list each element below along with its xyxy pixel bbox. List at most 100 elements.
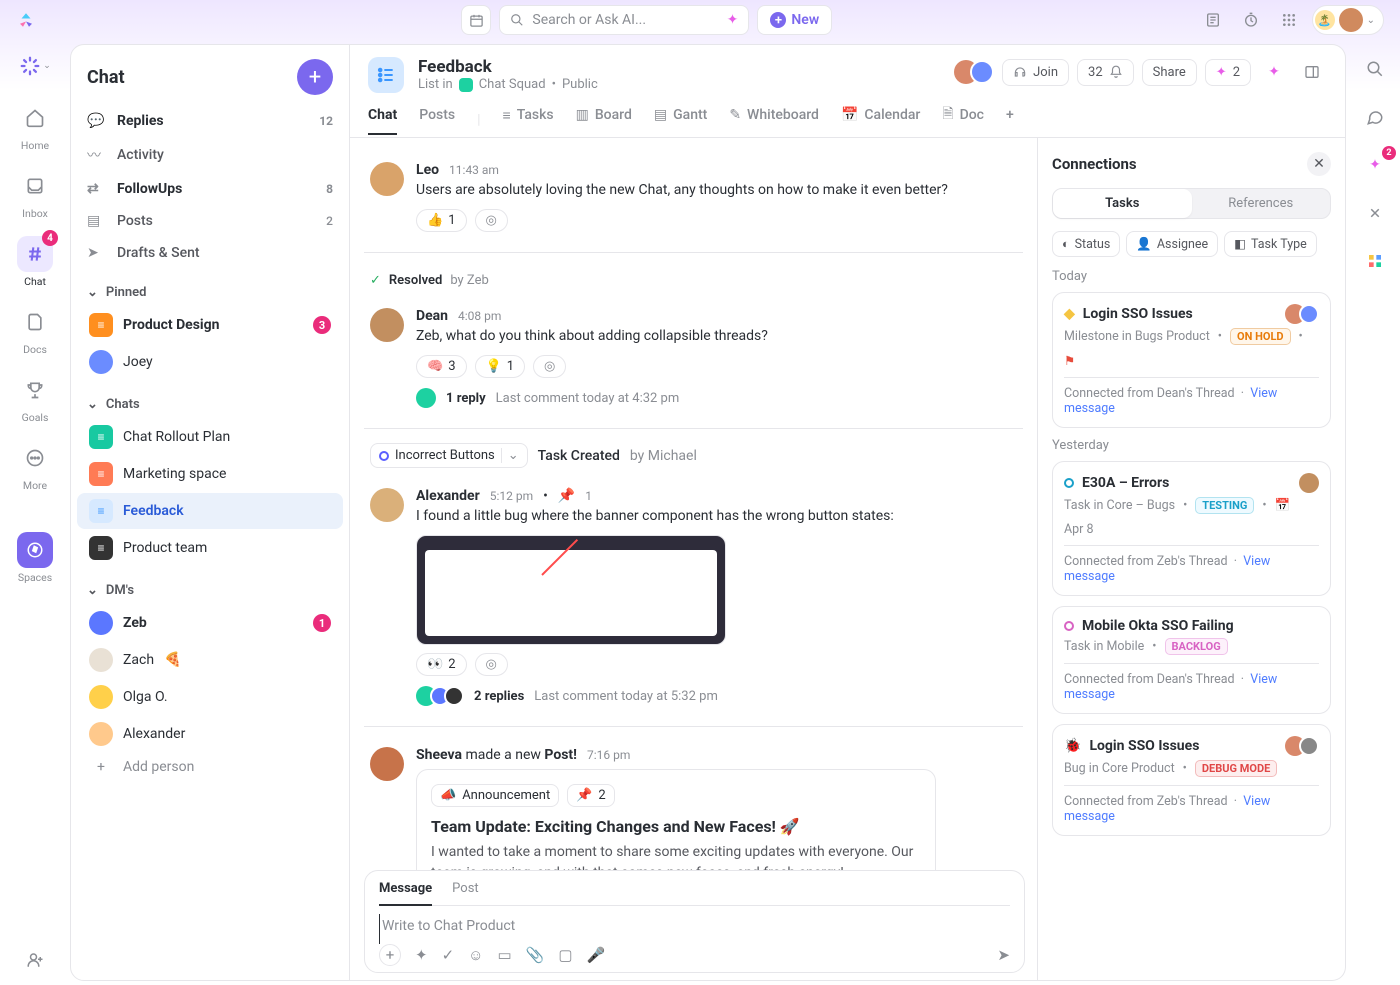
tab-posts[interactable]: Posts [419,107,455,133]
dm-alexander[interactable]: Alexander [77,716,343,752]
new-chat-button[interactable]: + [297,59,333,95]
search-input[interactable]: Search or Ask AI... ✦ [499,5,749,35]
conn-title: Mobile Okta SSO Failing [1082,618,1234,634]
filter-assignee[interactable]: 👤Assignee [1126,231,1218,257]
stopwatch-icon[interactable] [1236,5,1266,35]
viewers-button[interactable]: ✦ 2 [1205,59,1251,86]
gif-icon[interactable]: ▭ [497,946,511,964]
avatar [370,488,404,522]
conn-card-login-sso[interactable]: ◆ Login SSO Issues Milestone in Bugs Pro… [1052,292,1331,428]
nav-posts[interactable]: ▤ Posts 2 [71,205,349,237]
reaction-brain[interactable]: 🧠 3 [416,355,467,378]
new-button[interactable]: + New [757,5,832,35]
filter-tasktype[interactable]: ◧Task Type [1224,231,1317,257]
pinned-product-design[interactable]: ≡ Product Design 3 [77,307,343,343]
dm-zach[interactable]: Zach 🍕 [77,642,343,678]
comment-icon[interactable] [1360,102,1390,132]
collapse-toggle-icon[interactable]: ⌄ [19,50,51,82]
nav-replies[interactable]: 💬 Replies 12 [71,105,349,137]
ai-icon[interactable]: ✦ [415,946,428,964]
chat-product-team[interactable]: ≡ Product team [77,530,343,566]
chat-marketing[interactable]: ≡ Marketing space [77,456,343,492]
add-view-button[interactable]: + [1006,107,1014,133]
chevron-down-icon: ⌄ [87,285,98,300]
seg-references[interactable]: References [1192,189,1331,218]
tab-chat[interactable]: Chat [368,107,397,135]
section-chats[interactable]: ⌄ Chats [71,381,349,418]
rail-home[interactable]: Home [6,94,64,158]
nav-drafts[interactable]: ➤ Drafts & Sent [71,237,349,269]
chat-rollout-plan[interactable]: ≡ Chat Rollout Plan [77,419,343,455]
user-menu[interactable]: 🏝️ ⌄ [1312,5,1384,35]
conn-card-okta[interactable]: Mobile Okta SSO Failing Task in Mobile• … [1052,606,1331,714]
member-count-button[interactable]: 32 [1077,59,1134,86]
apps-grid-icon[interactable] [1274,5,1304,35]
ai-summary-icon[interactable]: 2 ✦ [1360,150,1390,180]
dm-zeb[interactable]: Zeb 1 [77,605,343,641]
rail-label: Spaces [18,571,52,584]
tab-tasks[interactable]: ≡Tasks [503,107,554,134]
tab-whiteboard[interactable]: ✎Whiteboard [729,107,819,133]
tab-doc[interactable]: 🗎Doc [942,103,984,137]
channel-label: Product team [123,540,207,556]
rail-label: Chat [24,275,46,288]
video-icon[interactable]: ▢ [558,946,572,964]
thread-replies[interactable]: 1 reply Last comment today at 4:32 pm [416,388,1017,408]
add-reaction-button[interactable]: ◎ [475,653,508,676]
tab-calendar[interactable]: 📅Calendar [841,107,920,133]
channel-avatars[interactable] [954,60,994,84]
rail-chat[interactable]: 4 Chat [6,230,64,294]
reaction-bulb[interactable]: 💡 1 [475,355,526,378]
composer-tab-message[interactable]: Message [379,881,432,906]
close-button[interactable]: ✕ [1307,152,1331,176]
ai-icon[interactable]: ✦ [1259,57,1289,87]
composer-input[interactable]: Write to Chat Product [379,914,1010,944]
connections-icon[interactable] [1360,198,1390,228]
filter-status[interactable]: ◐Status [1052,231,1120,257]
send-button[interactable]: ➤ [997,946,1010,964]
rail-inbox[interactable]: Inbox [6,162,64,226]
add-person-button[interactable]: + Add person [77,753,343,781]
add-reaction-button[interactable]: ◎ [533,355,566,378]
join-button[interactable]: Join [1002,59,1069,86]
mic-icon[interactable]: 🎤 [587,946,606,964]
emoji-icon[interactable]: ☺ [468,946,483,964]
panel-toggle-icon[interactable] [1297,57,1327,87]
section-dms[interactable]: ⌄ DM's [71,567,349,604]
thread-replies[interactable]: 2 replies Last comment today at 5:32 pm [416,686,1017,706]
seg-tasks[interactable]: Tasks [1053,189,1192,218]
conn-card-e30a[interactable]: E30A – Errors Task in Core – Bugs• TESTI… [1052,461,1331,596]
folder-name[interactable]: Chat Squad [479,77,546,92]
rail-spaces[interactable]: Spaces [6,526,64,590]
task-chip[interactable]: Incorrect Buttons ⌄ [370,443,528,468]
attachment-icon[interactable]: 📎 [526,946,545,964]
invite-person-icon[interactable] [20,945,50,975]
app-rail: ⌄ Home Inbox 4 Chat Docs Goals More [0,40,70,985]
nav-followups[interactable]: ⇄ FollowUps 8 [71,173,349,205]
rail-goals[interactable]: Goals [6,366,64,430]
conn-card-login-sso-bug[interactable]: 🐞 Login SSO Issues Bug in Core Product• … [1052,724,1331,836]
pinned-joey[interactable]: Joey [77,344,343,380]
tab-gantt[interactable]: ▤Gantt [654,107,707,133]
search-icon[interactable] [1360,54,1390,84]
plus-button[interactable]: + [379,944,401,966]
screenshot-attachment[interactable] [416,535,726,645]
tab-board[interactable]: ▥Board [576,107,632,133]
reaction-eyes[interactable]: 👀 2 [416,653,467,676]
composer-tab-post[interactable]: Post [452,881,479,897]
share-button[interactable]: Share [1142,59,1197,86]
dm-olga[interactable]: Olga O. [77,679,343,715]
post-title: Team Update: Exciting Changes and New Fa… [431,817,921,836]
check-circle-icon[interactable]: ✓ [442,946,455,964]
apps-icon[interactable] [1360,246,1390,276]
notepad-icon[interactable] [1198,5,1228,35]
chat-feedback[interactable]: ≡ Feedback [77,493,343,529]
reaction-thumbsup[interactable]: 👍 1 [416,209,467,232]
add-reaction-button[interactable]: ◎ [475,209,508,232]
chevron-down-icon: ⌄ [87,397,98,412]
calendar-icon[interactable] [461,5,491,35]
nav-activity[interactable]: 〰 Activity [71,137,349,173]
rail-docs[interactable]: Docs [6,298,64,362]
section-pinned[interactable]: ⌄ Pinned [71,269,349,306]
rail-more[interactable]: More [6,434,64,498]
